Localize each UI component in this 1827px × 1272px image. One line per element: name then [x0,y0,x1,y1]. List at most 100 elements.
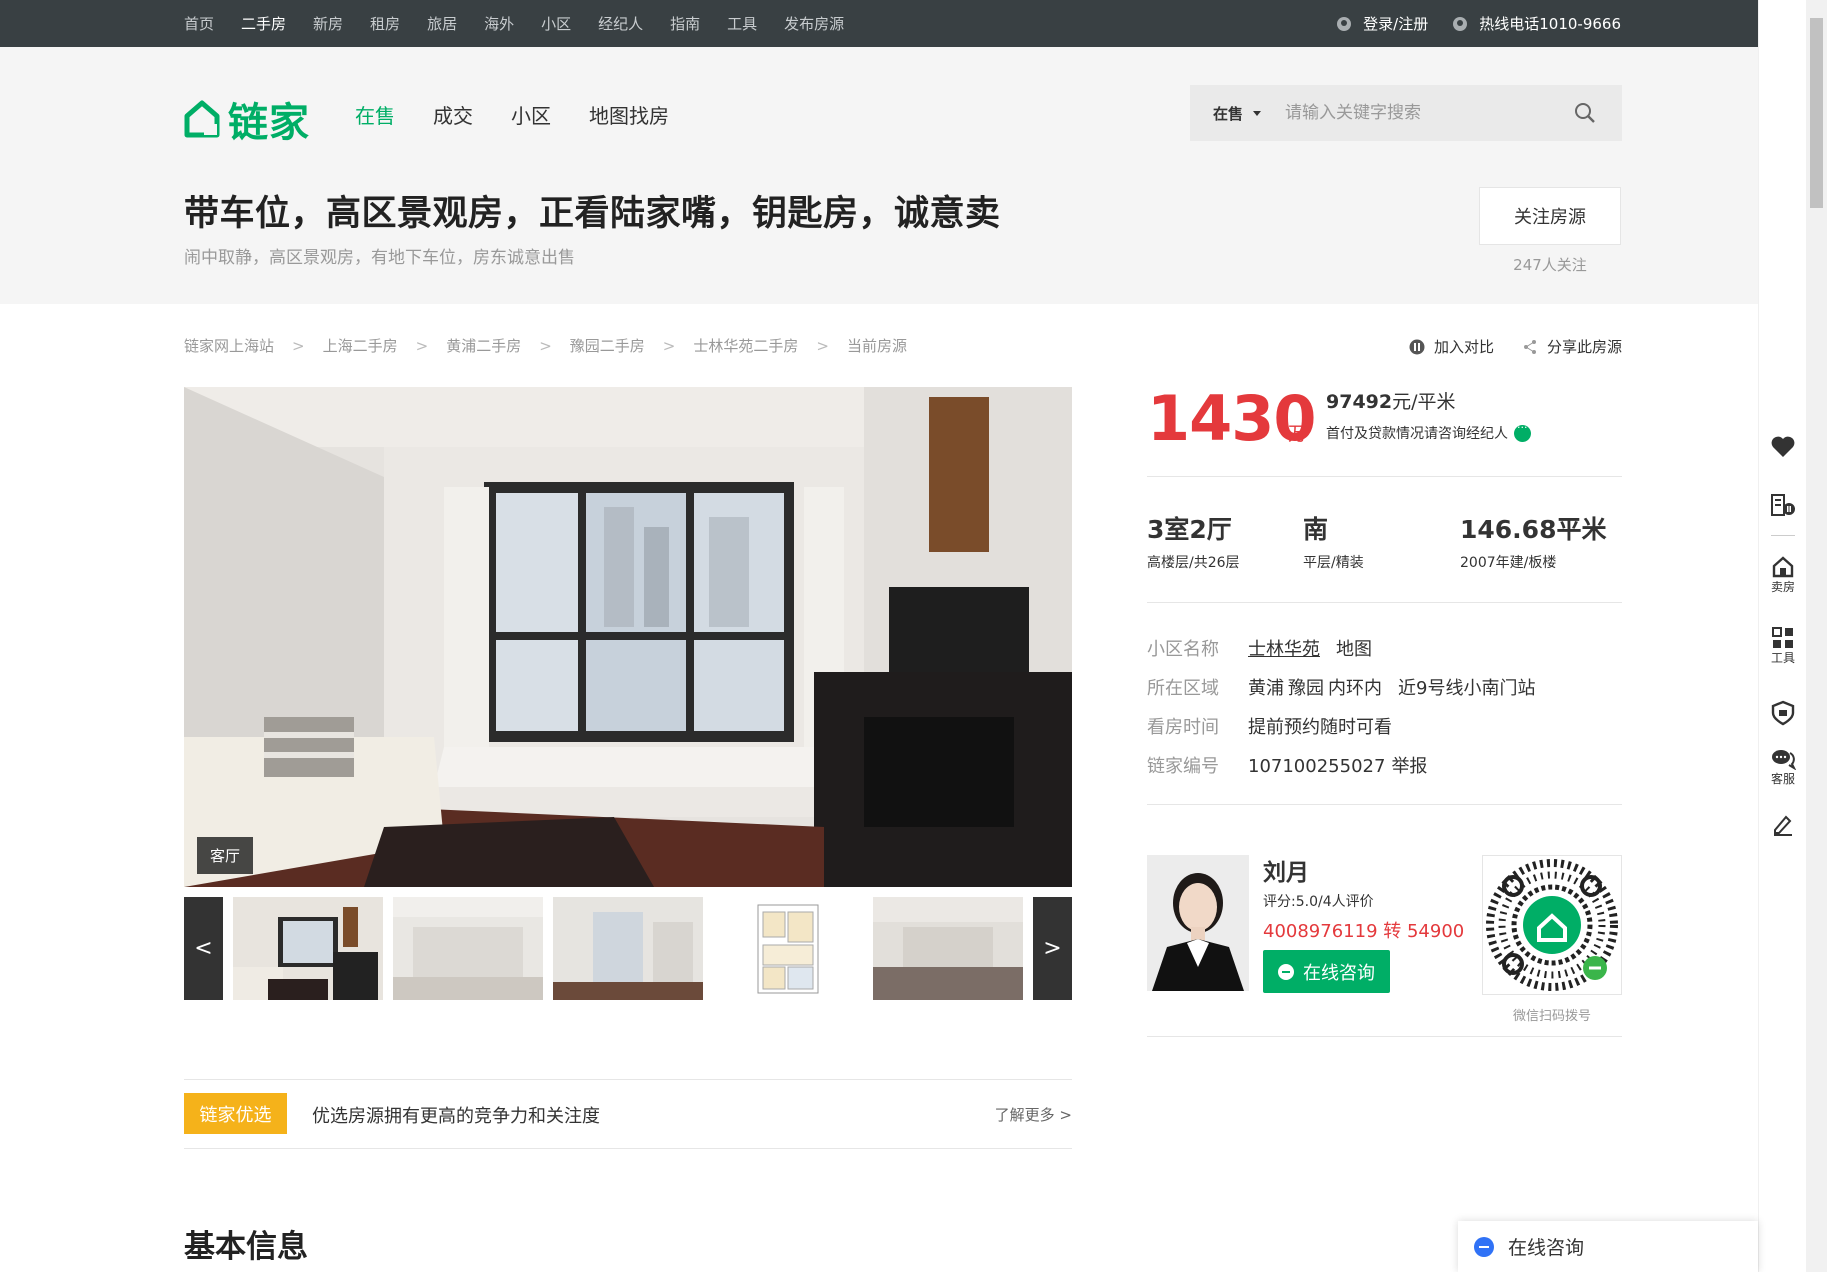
chat-bubble-icon [1474,1236,1494,1257]
follow-count: 247人关注 [1513,256,1587,274]
topnav-publish[interactable]: 发布房源 [784,13,844,34]
search-icon[interactable] [1574,102,1596,124]
tools-label: 工具 [1770,651,1795,665]
floating-consult-label: 在线咨询 [1508,1237,1585,1259]
info-label: 所在区域 [1147,678,1219,699]
room-floor-value: 高楼层/共26层 [1147,555,1240,571]
divider [1147,804,1622,805]
crumb-community[interactable]: 士林华苑二手房 [693,335,798,356]
compare-button[interactable]: 加入对比 [1409,336,1494,357]
topnav-community[interactable]: 小区 [541,13,571,34]
payment-tip[interactable]: 首付及贷款情况请咨询经纪人 [1326,421,1531,443]
logo[interactable]: 链家 [184,90,310,148]
scrollbar-thumb[interactable] [1810,18,1823,208]
hotline: 热线电话1010-9666 [1453,13,1621,34]
topnav-travel[interactable]: 旅居 [427,13,457,34]
qr-caption: 微信扫码拨号 [1512,1009,1591,1024]
topnav-overseas[interactable]: 海外 [484,13,514,34]
building-compare-icon [1771,494,1795,516]
nav-for-sale[interactable]: 在售 [355,100,395,129]
photo-room-tag: 客厅 [197,837,253,874]
nav-sold[interactable]: 成交 [433,100,473,129]
phone-icon [1453,16,1468,31]
divider [1147,476,1622,477]
topnav-tools[interactable]: 工具 [727,13,757,34]
sell-label: 卖房 [1770,580,1795,594]
topnav-agents[interactable]: 经纪人 [598,13,643,34]
preferred-banner: 链家优选 优选房源拥有更高的竞争力和关注度 了解更多 > [184,1079,1072,1149]
chat-bubble-icon [1278,963,1294,980]
decor-value: 平层/精装 [1303,555,1364,571]
orientation-value: 南 [1303,515,1329,544]
user-icon [1337,16,1352,31]
payment-tip-text: 首付及贷款情况请咨询经纪人 [1326,426,1508,442]
unit-price: 97492元/平米 [1326,387,1456,414]
nav-community[interactable]: 小区 [511,100,551,129]
crumb-shanghai-site[interactable]: 链家网上海站 [184,335,274,356]
year-value: 2007年建/板楼 [1460,555,1557,571]
chevron-right-icon: > [415,336,429,355]
room-orientation: 南 平层/精装 [1303,510,1364,572]
search-input[interactable] [1285,103,1556,123]
prev-photo-button[interactable]: < [184,897,223,1000]
login-link[interactable]: 登录/注册 [1337,13,1428,34]
info-area: 所在区域 黄浦 豫园 内环内 近9号线小南门站 [1147,674,1549,700]
agent-phone: 4008976119 转 54900 [1263,921,1465,942]
topnav-rent[interactable]: 租房 [370,13,400,34]
topnav-home[interactable]: 首页 [184,13,214,34]
tools-tool[interactable]: 工具 [1759,627,1807,666]
thumbnail-room-3[interactable] [553,897,703,1000]
listing-actions: 加入对比 分享此房源 [1381,336,1622,357]
area-value: 146.68平米 [1460,515,1607,544]
subway-value: 近9号线小南门站 [1398,678,1536,699]
topnav-guide[interactable]: 指南 [670,13,700,34]
thumbnail-room-5[interactable] [873,897,1023,1000]
floating-consult-button[interactable]: 在线咨询 [1458,1221,1758,1272]
share-icon [1523,339,1536,354]
topnav-resale[interactable]: 二手房 [241,13,286,34]
block-link[interactable]: 豫园 [1288,678,1324,699]
district-link[interactable]: 黄浦 [1248,678,1284,699]
service-tool[interactable]: 客服 [1759,748,1807,787]
compare-tool[interactable] [1759,490,1807,518]
feedback-tool[interactable] [1759,812,1807,836]
room-layout: 3室2厅 高楼层/共26层 [1147,510,1240,572]
share-button[interactable]: 分享此房源 [1522,336,1622,357]
topnav-new[interactable]: 新房 [313,13,343,34]
main-photo-living-room[interactable] [184,387,1072,887]
edit-icon [1774,815,1792,836]
next-photo-button[interactable]: > [1033,897,1072,1000]
info-label: 看房时间 [1147,717,1219,738]
follow-button[interactable]: 关注房源 [1479,187,1621,245]
info-id: 链家编号 107100255027 举报 [1147,752,1441,778]
online-consult-button[interactable]: 在线咨询 [1263,950,1390,993]
map-link[interactable]: 地图 [1336,639,1372,660]
online-consult-label: 在线咨询 [1303,962,1375,984]
favorite-tool[interactable] [1759,435,1807,459]
compare-label: 加入对比 [1433,338,1494,356]
agent-name[interactable]: 刘月 [1263,853,1309,887]
guarantee-tool[interactable] [1759,700,1807,726]
agent-avatar[interactable] [1147,855,1249,991]
community-link[interactable]: 士林华苑 [1248,639,1320,660]
chevron-right-icon: > [539,336,552,355]
sell-tool[interactable]: 卖房 [1759,556,1807,595]
report-link[interactable]: 举报 [1391,756,1427,777]
thumbnail-room-2[interactable] [393,897,543,1000]
chevron-right-icon: > [662,336,676,355]
nav-map-search[interactable]: 地图找房 [589,100,669,129]
compare-icon [1409,339,1425,354]
learn-more-link[interactable]: 了解更多 > [995,1104,1072,1125]
share-label: 分享此房源 [1546,338,1622,356]
thumbnail-living-room[interactable] [233,897,383,1000]
chevron-right-icon: > [292,336,305,355]
crumb-yuyuan[interactable]: 豫园二手房 [570,335,645,356]
info-visit: 看房时间 提前预约随时可看 [1147,713,1392,739]
crumb-shanghai-resale[interactable]: 上海二手房 [323,335,398,356]
logo-text: 链家 [228,100,310,146]
thumbnail-floorplan[interactable] [713,897,863,1000]
page-scrollbar[interactable] [1806,0,1827,1272]
listing-header: 链家 在售 成交 小区 地图找房 在售 带车位，高区景观房，正看陆家嘴，钥匙房，… [0,47,1758,304]
search-type-select[interactable]: 在售 [1213,103,1262,124]
crumb-huangpu[interactable]: 黄浦二手房 [446,335,521,356]
